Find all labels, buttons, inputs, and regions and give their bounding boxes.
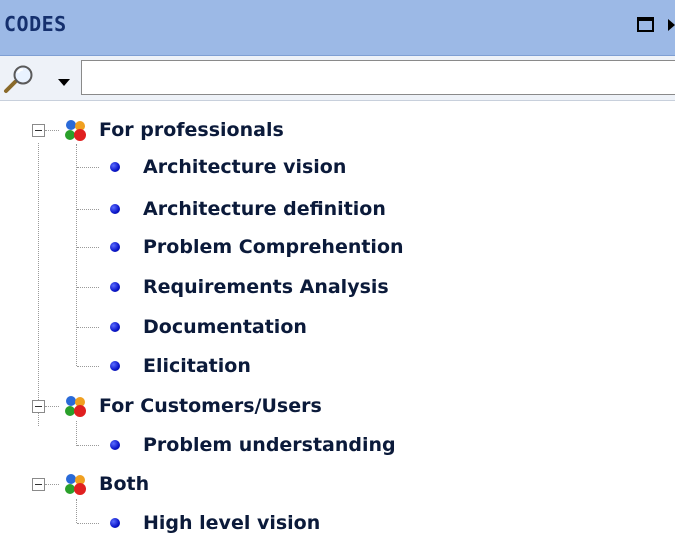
tree-item-label: Problem Comprehention (143, 236, 404, 258)
collapse-toggle-icon[interactable] (32, 124, 45, 137)
chevron-right-icon[interactable] (668, 19, 675, 31)
tree-item-label: Architecture vision (143, 156, 347, 178)
tree-item-label: Documentation (143, 316, 307, 338)
tree-group-label: For Customers/Users (99, 395, 322, 417)
panel-titlebar: CODES (0, 0, 675, 56)
tree-group-label: Both (99, 473, 150, 495)
tree-item-label: High level vision (143, 512, 321, 534)
tree-group-label: For professionals (99, 119, 284, 141)
codes-tree: For professionals Architecture vision Ar… (0, 101, 675, 536)
code-group-icon (65, 120, 86, 141)
code-group-icon (65, 474, 86, 495)
tree-item-label: Architecture definition (143, 198, 386, 220)
search-bar (0, 56, 675, 101)
chevron-down-icon[interactable] (58, 79, 70, 86)
code-bullet-icon (110, 162, 120, 172)
panel-title: CODES (4, 12, 67, 36)
code-bullet-icon (110, 204, 120, 214)
tree-item-label: Requirements Analysis (143, 276, 389, 298)
collapse-toggle-icon[interactable] (32, 400, 45, 413)
code-bullet-icon (110, 518, 120, 528)
search-input[interactable] (81, 60, 675, 95)
tree-item-label: Elicitation (143, 355, 251, 377)
code-bullet-icon (110, 242, 120, 252)
code-bullet-icon (110, 440, 120, 450)
code-bullet-icon (110, 361, 120, 371)
collapse-toggle-icon[interactable] (32, 478, 45, 491)
code-bullet-icon (110, 282, 120, 292)
magnifier-icon[interactable] (2, 64, 36, 94)
codes-panel: CODES For professionals Architecture vis… (0, 0, 675, 536)
code-bullet-icon (110, 322, 120, 332)
code-group-icon (65, 396, 86, 417)
tree-item-label: Problem understanding (143, 434, 396, 456)
maximize-icon[interactable] (637, 17, 654, 32)
